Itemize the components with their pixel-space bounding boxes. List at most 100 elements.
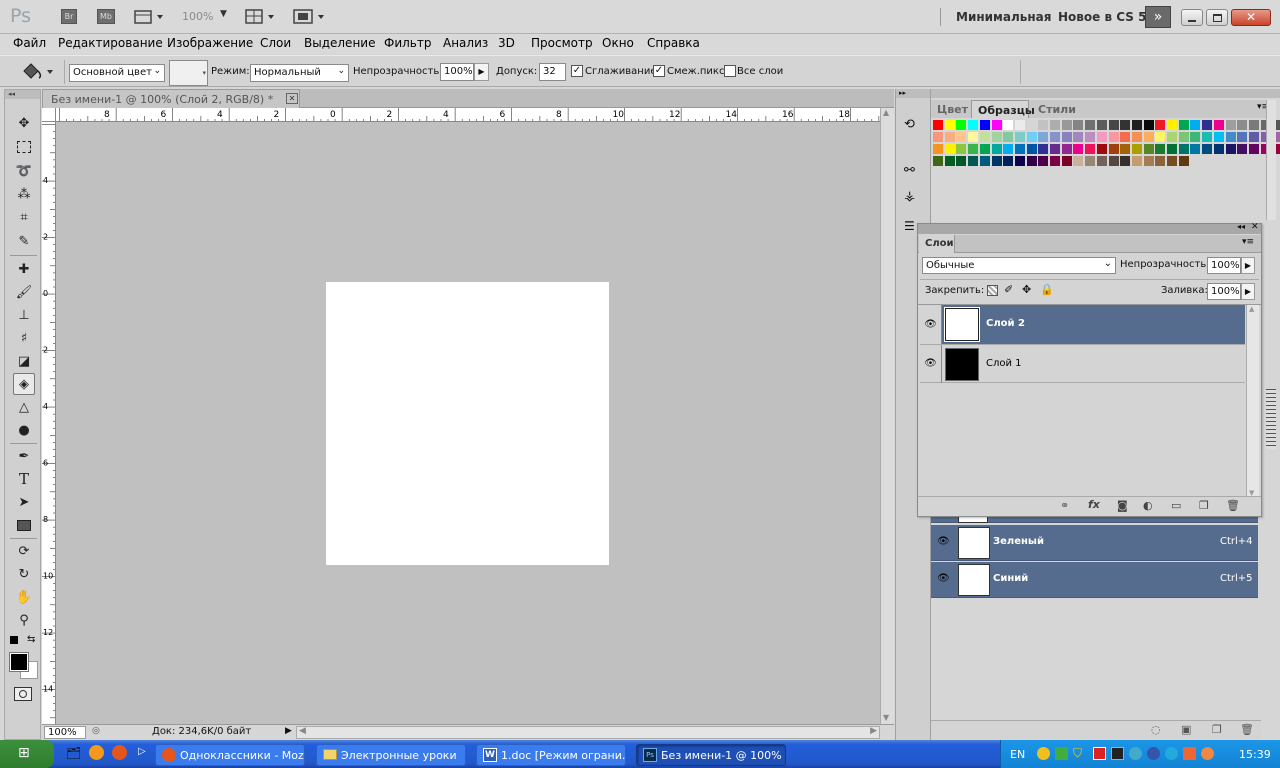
color-swatch[interactable] <box>1190 132 1201 142</box>
color-swatch[interactable] <box>1178 156 1189 166</box>
color-swatch[interactable] <box>1131 144 1142 154</box>
tray-icon[interactable] <box>1093 747 1106 760</box>
color-swatch[interactable] <box>956 120 967 130</box>
visibility-eye-icon[interactable]: 👁 <box>920 305 942 344</box>
quick-selection-tool[interactable]: ⁂ <box>13 183 35 205</box>
taskbar-item-firefox[interactable]: Одноклассники - Moz... <box>155 744 305 766</box>
mode-select[interactable]: Нормальный ⌄ <box>250 64 349 82</box>
color-swatch[interactable] <box>1237 132 1248 142</box>
dock-collapse-handle[interactable]: ▸▸ <box>896 89 930 98</box>
color-swatch[interactable] <box>1202 132 1213 142</box>
status-info-arrow[interactable]: ▶ <box>285 726 292 736</box>
adjustment-layer-icon[interactable]: ◐ <box>1143 499 1153 512</box>
delete-channel-icon[interactable]: 🗑 <box>1240 723 1254 736</box>
horizontal-ruler[interactable]: 8 6 4 2 0 2 4 6 8 10 12 14 16 18 <box>56 108 880 122</box>
status-menu-button[interactable]: ◎ <box>92 726 106 739</box>
color-swatch[interactable] <box>956 156 967 166</box>
document-tab-close-button[interactable]: ✕ <box>286 93 298 104</box>
workspace-whats-new[interactable]: Новое в CS 5 <box>1058 10 1146 24</box>
delete-layer-icon[interactable]: 🗑 <box>1226 499 1240 512</box>
color-swatch[interactable] <box>944 132 955 142</box>
color-swatch[interactable] <box>1248 132 1259 142</box>
tab-layers[interactable]: Слои <box>919 235 955 253</box>
color-swatch[interactable] <box>1073 132 1084 142</box>
color-swatch[interactable] <box>991 156 1002 166</box>
color-swatch[interactable] <box>1225 132 1236 142</box>
panel-menu-icon[interactable]: ▾≡ <box>1242 237 1254 247</box>
history-brush-tool[interactable]: ♯ <box>13 327 35 349</box>
color-swatch[interactable] <box>1096 144 1107 154</box>
opacity-input[interactable]: 100% <box>440 63 474 81</box>
menu-select[interactable]: Выделение <box>304 36 375 50</box>
tool-preset-picker[interactable] <box>18 61 58 83</box>
color-swatch[interactable] <box>1026 156 1037 166</box>
pattern-picker[interactable]: ▾ <box>169 60 208 86</box>
all-layers-checkbox[interactable] <box>724 65 736 77</box>
color-swatch[interactable] <box>1014 156 1025 166</box>
layer-style-icon[interactable]: fx <box>1088 498 1100 511</box>
collapse-icon[interactable]: ◂◂ <box>1237 222 1245 231</box>
color-swatch[interactable] <box>1143 132 1154 142</box>
color-swatch[interactable] <box>1038 156 1049 166</box>
new-channel-icon[interactable]: ❐ <box>1212 723 1222 736</box>
taskbar-item-folder[interactable]: Электронные уроки <box>316 744 466 766</box>
brush-panel-button[interactable]: ⚯ <box>904 163 924 183</box>
minimize-button[interactable] <box>1181 9 1203 26</box>
color-swatch[interactable] <box>1096 120 1107 130</box>
panel-collapse-handle[interactable]: ◂◂ <box>5 90 40 99</box>
color-swatch[interactable] <box>1003 120 1014 130</box>
contiguous-checkbox[interactable]: ✓ <box>653 65 665 77</box>
color-swatch[interactable] <box>1237 144 1248 154</box>
color-swatch[interactable] <box>1213 132 1224 142</box>
eraser-tool[interactable]: ◪ <box>13 350 35 372</box>
default-colors-button[interactable] <box>10 636 18 644</box>
antialias-checkbox[interactable]: ✓ <box>571 65 583 77</box>
browser-quicklaunch-icon[interactable] <box>89 745 104 760</box>
color-swatch[interactable] <box>1085 144 1096 154</box>
color-swatch[interactable] <box>1131 120 1142 130</box>
color-swatch[interactable] <box>1085 132 1096 142</box>
color-swatch[interactable] <box>1143 144 1154 154</box>
lock-pixels-button[interactable]: ✐ <box>1004 283 1013 296</box>
color-swatch[interactable] <box>1050 144 1060 154</box>
visibility-eye-icon[interactable]: 👁 <box>937 573 950 584</box>
layer-mask-icon[interactable]: ◙ <box>1117 499 1128 512</box>
color-swatch[interactable] <box>1050 120 1060 130</box>
color-swatch[interactable] <box>991 120 1002 130</box>
tray-icon[interactable] <box>1037 747 1050 760</box>
color-swatch[interactable] <box>1202 144 1213 154</box>
spot-healing-tool[interactable]: ✚ <box>13 258 35 280</box>
close-button[interactable]: ✕ <box>1231 9 1271 26</box>
color-swatch[interactable] <box>1167 132 1177 142</box>
color-swatch[interactable] <box>1038 132 1049 142</box>
color-swatch[interactable] <box>1073 120 1084 130</box>
color-swatch[interactable] <box>1202 120 1213 130</box>
color-swatch[interactable] <box>979 120 990 130</box>
tray-icon[interactable] <box>1183 747 1196 760</box>
pen-tool[interactable]: ✒ <box>13 445 35 467</box>
menu-layers[interactable]: Слои <box>260 36 291 50</box>
color-swatch[interactable] <box>1026 120 1037 130</box>
menu-file[interactable]: Файл <box>13 36 46 50</box>
path-selection-tool[interactable]: ➤ <box>13 491 35 513</box>
tray-icon[interactable] <box>1147 747 1160 760</box>
lasso-tool[interactable]: ➰ <box>13 160 35 182</box>
document-tab[interactable]: Без имени-1 @ 100% (Слой 2, RGB/8) * ✕ <box>42 89 300 108</box>
link-layers-icon[interactable]: ⚭ <box>1060 499 1069 512</box>
hand-tool[interactable]: ✋ <box>13 586 35 608</box>
tab-swatches[interactable]: Образцы <box>971 100 1035 118</box>
color-swatch[interactable] <box>991 132 1002 142</box>
color-swatch[interactable] <box>968 144 979 154</box>
marquee-tool[interactable] <box>13 136 35 158</box>
color-swatch[interactable] <box>1155 156 1166 166</box>
menu-filter[interactable]: Фильтр <box>384 36 431 50</box>
color-swatch[interactable] <box>1248 120 1259 130</box>
color-swatch[interactable] <box>1143 120 1154 130</box>
color-swatch[interactable] <box>1155 120 1166 130</box>
zoom-tool[interactable]: ⚲ <box>13 609 35 631</box>
ruler-origin[interactable] <box>42 108 56 122</box>
color-swatch[interactable] <box>968 120 979 130</box>
fill-slider-button[interactable]: ▶ <box>1241 283 1255 300</box>
color-swatch[interactable] <box>933 120 943 130</box>
menu-image[interactable]: Изображение <box>167 36 253 50</box>
